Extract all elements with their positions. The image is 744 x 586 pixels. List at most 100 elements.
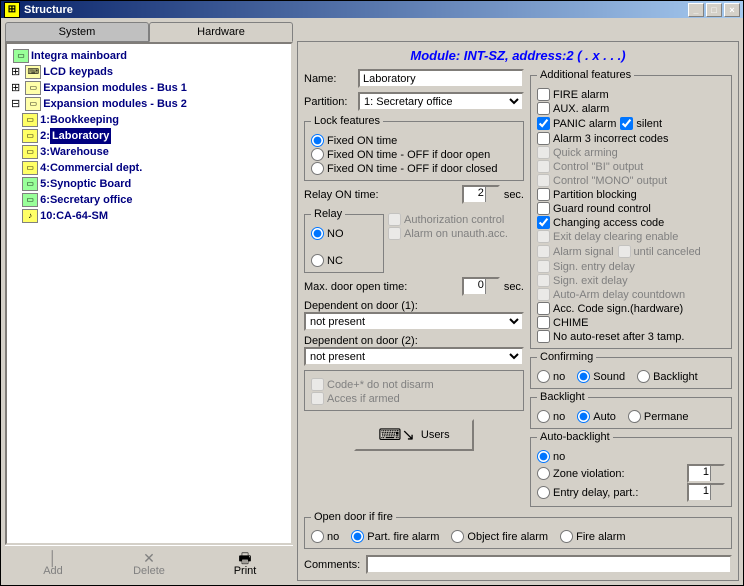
fire-no[interactable]: no bbox=[311, 530, 339, 543]
confirm-backlight[interactable]: Backlight bbox=[637, 370, 698, 383]
users-button[interactable]: ⌨↘Users bbox=[354, 419, 474, 451]
dep1-label: Dependent on door (1): bbox=[304, 300, 418, 312]
autobl-no[interactable]: no bbox=[537, 450, 725, 463]
maximize-button[interactable]: □ bbox=[706, 3, 722, 17]
sound-icon: ♪ bbox=[22, 209, 38, 223]
name-field[interactable] bbox=[358, 69, 524, 88]
tree-item[interactable]: ▭ 3: Warehouse bbox=[11, 144, 287, 160]
zone-field[interactable]: 1 bbox=[687, 464, 725, 483]
comments-field[interactable] bbox=[366, 555, 732, 574]
tree-item[interactable]: ▭ 6: Secretary office bbox=[11, 192, 287, 208]
panic-alarm-checkbox[interactable]: PANIC alarm bbox=[537, 117, 616, 130]
module-icon: ▭ bbox=[22, 129, 38, 143]
window-title: Structure bbox=[24, 4, 73, 16]
sign-exit-checkbox[interactable]: Sign. exit delay bbox=[537, 274, 725, 287]
autobl-entry[interactable]: Entry delay, part.: bbox=[537, 486, 683, 499]
tree-node[interactable]: ⊞ ⌨LCD keypads bbox=[11, 64, 287, 80]
partition-block-checkbox[interactable]: Partition blocking bbox=[537, 188, 725, 201]
code-disarm-checkbox[interactable]: Code+* do not disarm bbox=[311, 378, 517, 391]
chime-checkbox[interactable]: CHIME bbox=[537, 316, 725, 329]
change-access-checkbox[interactable]: Changing access code bbox=[537, 216, 725, 229]
print-button[interactable]: 🖶Print bbox=[197, 546, 293, 581]
board-icon: ▭ bbox=[22, 193, 38, 207]
auto-backlight-group: Auto-backlight no Zone violation:1 Entry… bbox=[530, 431, 732, 507]
alarm-signal-checkbox[interactable]: Alarm signal bbox=[537, 245, 614, 258]
keypad-icon: ⌨ bbox=[25, 65, 41, 79]
fire-alarm-checkbox[interactable]: FIRE alarm bbox=[537, 88, 725, 101]
titlebar: ⊞ Structure _ □ × bbox=[1, 1, 743, 18]
module-icon: ▭ bbox=[22, 113, 38, 127]
no-autoreset-checkbox[interactable]: No auto-reset after 3 tamp. bbox=[537, 330, 725, 343]
tree-item-selected[interactable]: ▭ 2: Laboratory bbox=[11, 128, 287, 144]
aux-alarm-checkbox[interactable]: AUX. alarm bbox=[537, 102, 725, 115]
additional-features-group: Additional features FIRE alarm AUX. alar… bbox=[530, 69, 732, 349]
acc-code-checkbox[interactable]: Acc. Code sign.(hardware) bbox=[537, 302, 725, 315]
control-mono-checkbox[interactable]: Control "MONO" output bbox=[537, 174, 725, 187]
confirm-no[interactable]: no bbox=[537, 370, 565, 383]
app-icon: ⊞ bbox=[4, 2, 20, 18]
tab-system[interactable]: System bbox=[5, 22, 149, 42]
tree-view[interactable]: ▭Integra mainboard ⊞ ⌨LCD keypads ⊞ ▭Exp… bbox=[5, 42, 293, 545]
guard-round-checkbox[interactable]: Guard round control bbox=[537, 202, 725, 215]
relay-nc[interactable]: NC bbox=[311, 254, 343, 267]
fire-part[interactable]: Part. fire alarm bbox=[351, 530, 439, 543]
tree-node[interactable]: ⊞ ▭Expansion modules - Bus 1 bbox=[11, 80, 287, 96]
print-icon: 🖶 bbox=[238, 551, 251, 565]
sign-entry-checkbox[interactable]: Sign. entry delay bbox=[537, 260, 725, 273]
backlight-permanent[interactable]: Permane bbox=[628, 410, 689, 423]
tree-item[interactable]: ▭ 4: Commercial dept. bbox=[11, 160, 287, 176]
board-icon: ▭ bbox=[22, 177, 38, 191]
tree-item[interactable]: ♪10: CA-64-SM bbox=[11, 208, 287, 224]
add-icon: │ bbox=[49, 551, 58, 565]
max-door-label: Max. door open time: bbox=[304, 281, 458, 293]
code-group: Code+* do not disarm Acces if armed bbox=[304, 370, 524, 411]
partition-select[interactable]: 1: Secretary office bbox=[358, 92, 524, 111]
tree-item[interactable]: ▭ 5: Synoptic Board bbox=[11, 176, 287, 192]
open-door-fire-group: Open door if fire no Part. fire alarm Ob… bbox=[304, 511, 732, 549]
lock-off-open[interactable]: Fixed ON time - OFF if door open bbox=[311, 148, 517, 161]
alarm3-checkbox[interactable]: Alarm 3 incorrect codes bbox=[537, 132, 725, 145]
relay-time-label: Relay ON time: bbox=[304, 189, 458, 201]
auth-control-checkbox[interactable]: Authorization control bbox=[388, 213, 524, 226]
lock-off-closed[interactable]: Fixed ON time - OFF if door closed bbox=[311, 162, 517, 175]
silent-checkbox[interactable]: silent bbox=[620, 117, 662, 130]
comments-label: Comments: bbox=[304, 559, 360, 571]
delete-button[interactable]: ✕Delete bbox=[101, 546, 197, 581]
until-canceled-checkbox[interactable]: until canceled bbox=[618, 245, 701, 258]
lock-fixed-on[interactable]: Fixed ON time bbox=[311, 134, 517, 147]
confirm-sound[interactable]: Sound bbox=[577, 370, 625, 383]
quick-arming-checkbox[interactable]: Quick arming bbox=[537, 146, 725, 159]
fire-object[interactable]: Object fire alarm bbox=[451, 530, 548, 543]
dep1-select[interactable]: not present bbox=[304, 312, 524, 331]
exit-delay-checkbox[interactable]: Exit delay clearing enable bbox=[537, 230, 725, 243]
tree-item[interactable]: ▭ 1: Bookkeeping bbox=[11, 112, 287, 128]
backlight-no[interactable]: no bbox=[537, 410, 565, 423]
alarm-unauth-checkbox[interactable]: Alarm on unauth.acc. bbox=[388, 227, 524, 240]
autoarm-checkbox[interactable]: Auto-Arm delay countdown bbox=[537, 288, 725, 301]
bus-icon: ▭ bbox=[25, 81, 41, 95]
dep2-label: Dependent on door (2): bbox=[304, 335, 418, 347]
partition-label: Partition: bbox=[304, 96, 354, 108]
tree-root[interactable]: ▭Integra mainboard bbox=[11, 48, 287, 64]
fire-alarm[interactable]: Fire alarm bbox=[560, 530, 626, 543]
confirming-group: Confirming no Sound Backlight bbox=[530, 351, 732, 389]
tree-node[interactable]: ⊟ ▭Expansion modules - Bus 2 bbox=[11, 96, 287, 112]
dep2-select[interactable]: not present bbox=[304, 347, 524, 366]
control-bi-checkbox[interactable]: Control "BI" output bbox=[537, 160, 725, 173]
tab-hardware[interactable]: Hardware bbox=[149, 22, 293, 42]
close-button[interactable]: × bbox=[724, 3, 740, 17]
backlight-auto[interactable]: Auto bbox=[577, 410, 616, 423]
entry-part-field[interactable]: 1 bbox=[687, 483, 725, 502]
delete-icon: ✕ bbox=[143, 551, 155, 565]
relay-no[interactable]: NO bbox=[311, 227, 344, 240]
access-armed-checkbox[interactable]: Acces if armed bbox=[311, 392, 517, 405]
relay-time-field[interactable]: 2 bbox=[462, 185, 500, 204]
add-button[interactable]: │Add bbox=[5, 546, 101, 581]
autobl-zone[interactable]: Zone violation: bbox=[537, 467, 683, 480]
relay-group: Relay NO NC bbox=[304, 208, 384, 273]
keypad-hand-icon: ⌨↘ bbox=[378, 425, 415, 445]
lock-features-group: Lock features Fixed ON time Fixed ON tim… bbox=[304, 115, 524, 181]
module-icon: ▭ bbox=[22, 145, 38, 159]
minimize-button[interactable]: _ bbox=[688, 3, 704, 17]
max-door-field[interactable]: 0 bbox=[462, 277, 500, 296]
